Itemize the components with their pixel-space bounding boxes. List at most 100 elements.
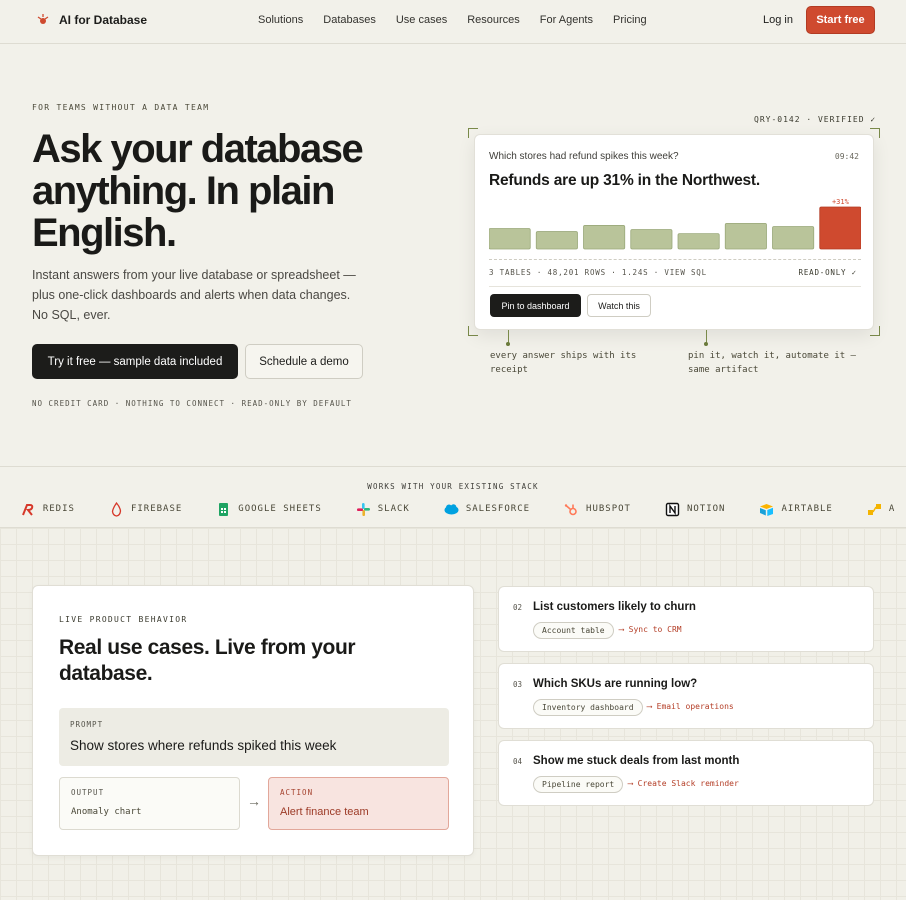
integration-name: A (888, 504, 896, 514)
integration-airtable: AIRTABLE (759, 502, 832, 517)
card-meta[interactable]: 3 TABLES · 48,201 ROWS · 1.24S · VIEW SQ… (489, 268, 707, 277)
hero-title-line-3: English. (32, 211, 177, 255)
panel-title: Real use cases. Live from your database. (59, 636, 356, 685)
integration-redis: REDIS (21, 502, 75, 517)
chart-bar (630, 229, 673, 250)
brand-logo[interactable]: AI for Database (36, 13, 147, 27)
prompt-box[interactable]: PROMPT Show stores where refunds spiked … (59, 708, 449, 766)
brand-mark-icon (36, 13, 50, 27)
chart-baseline (489, 259, 861, 260)
output-text: Anomaly chart (71, 807, 142, 817)
integration-name: SALESFORCE (465, 504, 531, 514)
integration-logos: LE REDIS FIREBASE GOOGLE SHEETS SLACK SA… (0, 500, 906, 518)
integration-name: FIREBASE (130, 504, 183, 514)
hero-title-line-1: Ask your database (32, 127, 364, 171)
hero-title-line-2: anything. In plain (32, 169, 335, 213)
top-nav: AI for Database Solutions Databases Use … (0, 0, 906, 44)
use-case-number: 04 (513, 757, 523, 766)
card-divider (489, 286, 861, 287)
callout-automate-line-1: pin it, watch it, automate it — (688, 351, 856, 361)
card-time: 09:42 (834, 152, 859, 161)
nav-link-for-agents[interactable]: For Agents (540, 14, 593, 26)
prompt-label: PROMPT (70, 720, 104, 729)
action-label: ACTION (280, 788, 314, 797)
integration-name: SLACK (377, 504, 410, 514)
chart-bar-highlight (819, 206, 861, 250)
card-question: Which stores had refund spikes this week… (489, 151, 679, 162)
nav-links: Solutions Databases Use cases Resources … (258, 14, 667, 26)
use-case-chip: Inventory dashboard (533, 699, 643, 716)
callout-dot (704, 342, 708, 346)
pin-to-dashboard-button[interactable]: Pin to dashboard (490, 294, 581, 317)
integrations-label: WORKS WITH YOUR EXISTING STACK (367, 482, 539, 491)
hero-subtitle: Instant answers from your live database … (32, 268, 356, 322)
nav-link-solutions[interactable]: Solutions (258, 14, 303, 26)
use-case-action: ⟶ Email operations (647, 702, 734, 711)
notion-icon (665, 502, 680, 517)
integration-name: NOTION (686, 504, 726, 514)
use-case-action: ⟶ Sync to CRM (619, 625, 682, 634)
use-case-title: Which SKUs are running low? (533, 678, 698, 690)
chart-data-label: +31% (832, 198, 850, 206)
action-box: ACTION Alert finance team (268, 777, 449, 830)
use-case-title: Show me stuck deals from last month (533, 755, 740, 767)
google-sheets-icon (216, 502, 231, 517)
schedule-demo-button[interactable]: Schedule a demo (245, 344, 363, 379)
card-headline: Refunds are up 31% in the Northwest. (489, 172, 760, 189)
start-free-button[interactable]: Start free (806, 6, 875, 34)
integration-name: HUBSPOT (586, 504, 631, 514)
panel-eyebrow: LIVE PRODUCT BEHAVIOR (59, 615, 188, 624)
read-only-badge: READ-ONLY ✓ (798, 268, 857, 277)
integration-google-sheets: GOOGLE SHEETS (216, 502, 321, 517)
use-case-card[interactable]: 04 Show me stuck deals from last month P… (498, 740, 874, 806)
use-case-title: List customers likely to churn (533, 601, 696, 613)
callout-receipt-line-1: every answer ships with its (490, 351, 637, 361)
integration-salesforce: SALESFORCE (444, 502, 530, 517)
query-id-label: QRY-0142 · VERIFIED ✓ (754, 115, 877, 124)
callout-dot (506, 342, 510, 346)
use-case-card[interactable]: 02 List customers likely to churn Accoun… (498, 586, 874, 652)
nav-link-use-cases[interactable]: Use cases (396, 14, 447, 26)
callout-receipt: every answer ships with its receipt (490, 349, 636, 377)
callout-automate-line-2: same artifact (688, 365, 759, 375)
integration-slack: SLACK (356, 502, 410, 517)
callout-receipt-line-2: receipt (490, 365, 528, 375)
watch-this-button[interactable]: Watch this (587, 294, 651, 317)
integration-name: GOOGLE SHEETS (238, 504, 322, 514)
integration-hubspot: HUBSPOT (564, 502, 631, 517)
login-link[interactable]: Log in (763, 14, 793, 26)
chart-bar (724, 222, 767, 250)
partial-logo-icon (867, 502, 882, 517)
flow-arrow-icon: → (247, 793, 261, 809)
nav-link-databases[interactable]: Databases (323, 14, 376, 26)
integrations-strip (0, 466, 906, 528)
answer-card: Which stores had refund spikes this week… (474, 134, 874, 330)
chart-bar (583, 225, 626, 250)
prompt-text: Show stores where refunds spiked this we… (70, 738, 337, 753)
use-case-card[interactable]: 03 Which SKUs are running low? Inventory… (498, 663, 874, 729)
live-behavior-panel: LIVE PRODUCT BEHAVIOR Real use cases. Li… (32, 585, 474, 856)
chart-bar (535, 231, 578, 250)
nav-link-resources[interactable]: Resources (467, 14, 520, 26)
redis-icon (21, 502, 36, 517)
salesforce-icon (444, 502, 459, 517)
action-text: Alert finance team (280, 806, 369, 818)
chart-bar (489, 228, 531, 250)
airtable-icon (759, 502, 774, 517)
hero-title: Ask your database anything. In plain Eng… (32, 128, 432, 254)
integration-name: REDIS (42, 504, 75, 514)
hubspot-icon (564, 502, 579, 517)
use-case-number: 03 (513, 680, 523, 689)
refund-bar-chart: +31% (489, 198, 861, 250)
try-free-button[interactable]: Try it free — sample data included (32, 344, 238, 379)
integration-name: AIRTABLE (781, 504, 833, 514)
output-box: OUTPUT Anomaly chart (59, 777, 240, 830)
hero-eyebrow: FOR TEAMS WITHOUT A DATA TEAM (32, 103, 210, 112)
chart-bar (772, 226, 815, 250)
integration-notion: NOTION (665, 502, 726, 517)
chart-bar (677, 233, 720, 250)
nav-link-pricing[interactable]: Pricing (613, 14, 647, 26)
integration-firebase: FIREBASE (109, 501, 183, 517)
hero-note: NO CREDIT CARD · NOTHING TO CONNECT · RE… (32, 399, 352, 408)
callout-automate: pin it, watch it, automate it — same art… (688, 349, 856, 377)
